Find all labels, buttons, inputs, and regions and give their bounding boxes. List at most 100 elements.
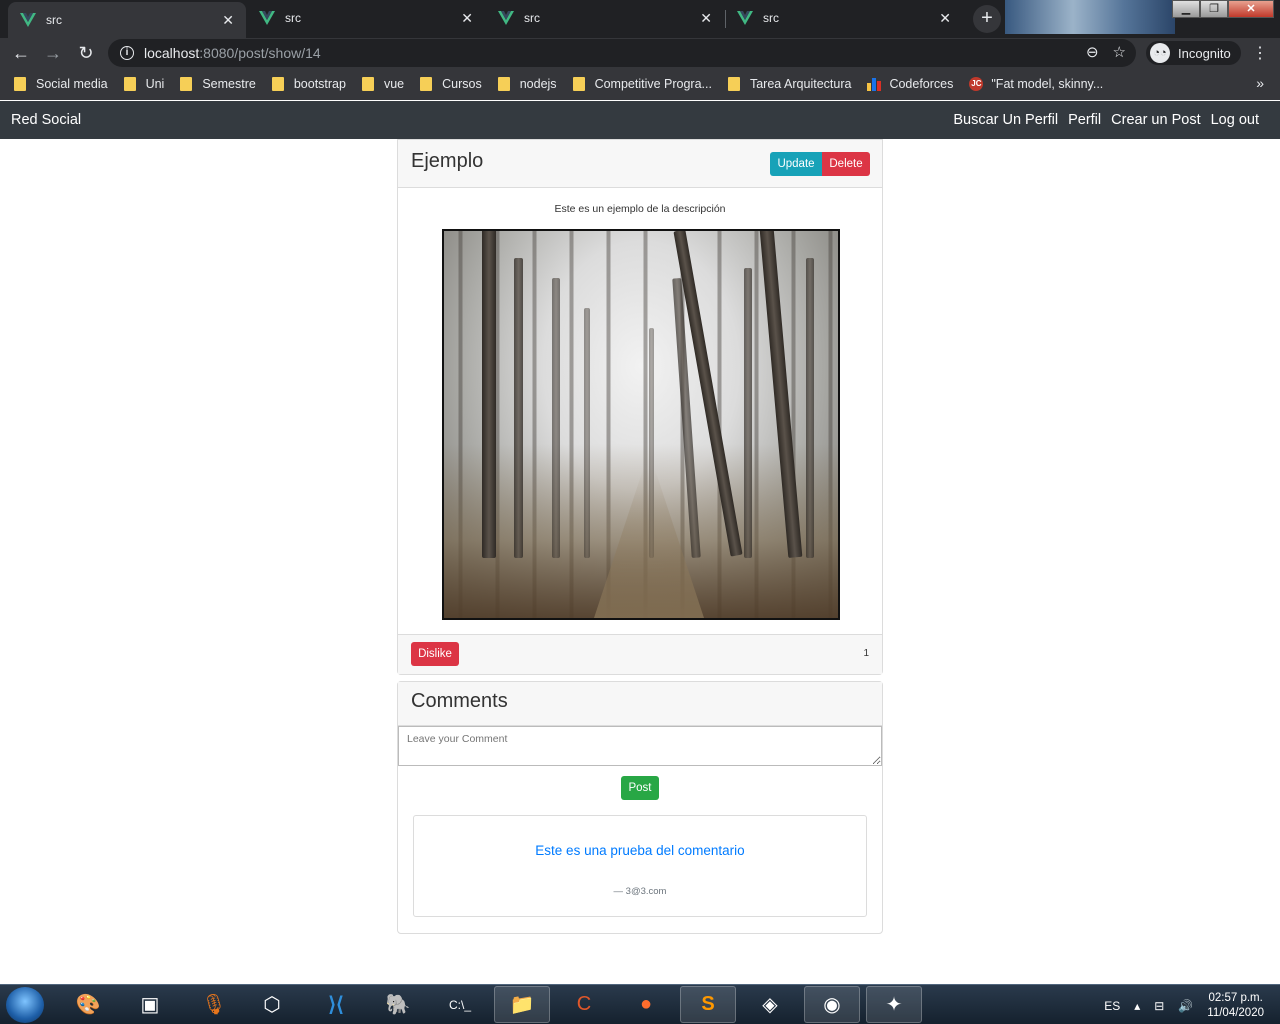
tab-title: src [285,11,301,25]
new-tab-button[interactable]: + [973,5,1001,33]
post-footer: Dislike 1 [398,634,882,674]
comment-textarea[interactable] [398,726,882,766]
bookmark-item[interactable]: nodejs [497,77,557,91]
post-comment-button[interactable]: Post [621,776,659,800]
comments-card: Comments Post Este es una prueba del com… [397,681,883,934]
bookmark-item[interactable]: Tarea Arquitectura [727,77,851,91]
close-icon[interactable]: ✕ [939,10,951,27]
zoom-icon[interactable]: ⊖ [1086,43,1099,61]
bookmark-label: bootstrap [293,77,346,91]
bookmark-item[interactable]: JC "Fat model, skinny... [969,77,1103,91]
virtualbox-icon[interactable]: ⬡ [244,986,300,1023]
desktop-background [1005,0,1175,34]
ccleaner-icon[interactable]: C [556,986,612,1023]
info-icon[interactable]: i [120,46,134,60]
bookmark-label: Uni [145,77,165,91]
address-bar[interactable]: i localhost:8080/post/show/14 ⊖ ☆ [108,39,1136,67]
chevron-double-right-icon[interactable]: » [1256,75,1264,91]
nav-link-crear-post[interactable]: Crear un Post [1111,112,1200,128]
reaction-count: 1 [863,648,869,659]
update-button[interactable]: Update [770,152,822,176]
chrome-icon[interactable]: ◉ [804,986,860,1023]
paint-icon[interactable]: 🎨 [60,986,116,1023]
bookmark-star-icon[interactable]: ☆ [1113,43,1126,61]
chevron-up-icon[interactable]: ▴ [1134,999,1140,1013]
postman-icon[interactable]: ● [618,986,674,1023]
tab-title: src [46,13,62,27]
network-icon[interactable]: ⊟ [1154,999,1164,1013]
tab-title: src [524,11,540,25]
post-image [442,229,840,620]
browser-tab[interactable]: src ✕ [486,2,724,34]
url-path: :8080/post/show/14 [199,45,321,61]
bookmark-item[interactable]: Social media [14,77,108,91]
nav-link-log-out[interactable]: Log out [1211,112,1259,128]
maximize-button[interactable]: ❐ [1200,0,1228,18]
terminal-icon[interactable]: C:\_ [432,986,488,1023]
forward-arrow-icon[interactable]: → [40,40,66,66]
taskbar: 🎨 ▣ 🎙 ⬡ ⟩⟨ 🐘 C:\_ 📁 C ● S ◈ ◉ ✦ ES ▴ ⊟ 🔊… [0,984,1280,1024]
incognito-icon: ◔◔ [1150,43,1170,63]
tab-title: src [763,11,779,25]
close-icon[interactable]: ✕ [222,12,234,29]
app-navbar: Red Social Buscar Un Perfil Perfil Crear… [0,101,1280,139]
nav-link-perfil[interactable]: Perfil [1068,112,1101,128]
minimize-button[interactable]: ▁ [1172,0,1200,18]
post-description: Este es un ejemplo de la descripción [554,203,726,215]
bookmark-item[interactable]: Semestre [180,77,256,91]
gitkraken-icon[interactable]: ✦ [866,986,922,1023]
vue-icon [259,11,275,25]
bookmark-label: "Fat model, skinny... [991,77,1104,91]
comment-item: Este es una prueba del comentario — 3@3.… [413,815,867,917]
comments-header: Comments [398,682,882,726]
language-indicator[interactable]: ES [1104,999,1120,1013]
close-icon[interactable]: ✕ [461,10,473,27]
incognito-badge[interactable]: ◔◔ Incognito [1146,41,1241,65]
close-icon[interactable]: ✕ [700,10,712,27]
brand-link[interactable]: Red Social [11,112,81,128]
explorer-icon[interactable]: 📁 [494,986,550,1023]
nav-links: Buscar Un Perfil Perfil Crear un Post Lo… [953,112,1259,128]
vscode-icon[interactable]: ⟩⟨ [308,986,364,1023]
clock[interactable]: 02:57 p.m. 11/04/2020 [1207,991,1264,1021]
menu-icon[interactable]: ⋮ [1252,43,1268,63]
browser-tab[interactable]: src ✕ [725,2,963,34]
speaker-icon[interactable]: 🔊 [1178,999,1193,1013]
folder-icon [572,77,585,91]
reload-icon[interactable]: ↻ [73,40,99,66]
comment-text: Este es una prueba del comentario [535,843,745,858]
system-tray: ES ▴ ⊟ 🔊 02:57 p.m. 11/04/2020 [1104,991,1264,1021]
bookmark-label: vue [383,77,405,91]
folder-icon [361,77,374,91]
microphone-icon[interactable]: 🎙 [186,986,242,1023]
bookmark-item[interactable]: Uni [123,77,165,91]
start-button[interactable] [6,987,44,1023]
cube-app-icon[interactable]: ▣ [122,986,178,1023]
bookmark-item[interactable]: Cursos [420,77,482,91]
window-close-button[interactable]: ✕ [1228,0,1274,18]
incognito-label: Incognito [1178,45,1231,61]
browser-toolbar: ← → ↻ i localhost:8080/post/show/14 ⊖ ☆ … [0,38,1280,68]
folder-icon [420,77,433,91]
folder-icon [180,77,193,91]
bookmark-item[interactable]: Codeforces [867,77,953,91]
bookmark-item[interactable]: bootstrap [271,77,346,91]
folder-icon [271,77,284,91]
bookmark-label: Cursos [442,77,482,91]
sublime-icon[interactable]: S [680,986,736,1023]
bookmark-item[interactable]: vue [361,77,405,91]
dislike-button[interactable]: Dislike [411,642,459,666]
bookmark-item[interactable]: Competitive Progra... [572,77,712,91]
nav-link-buscar-perfil[interactable]: Buscar Un Perfil [953,112,1058,128]
bookmark-label: nodejs [519,77,557,91]
delete-button[interactable]: Delete [822,152,870,176]
folder-icon [727,77,740,91]
back-arrow-icon[interactable]: ← [8,40,34,66]
bookmark-label: Social media [36,77,108,91]
browser-tab[interactable]: src ✕ [247,2,485,34]
postgres-icon[interactable]: 🐘 [370,986,426,1023]
browser-tab[interactable]: src ✕ [8,2,246,38]
url-host: localhost [144,45,200,61]
bookmark-label: Competitive Progra... [594,77,712,91]
netbeans-icon[interactable]: ◈ [742,986,798,1023]
